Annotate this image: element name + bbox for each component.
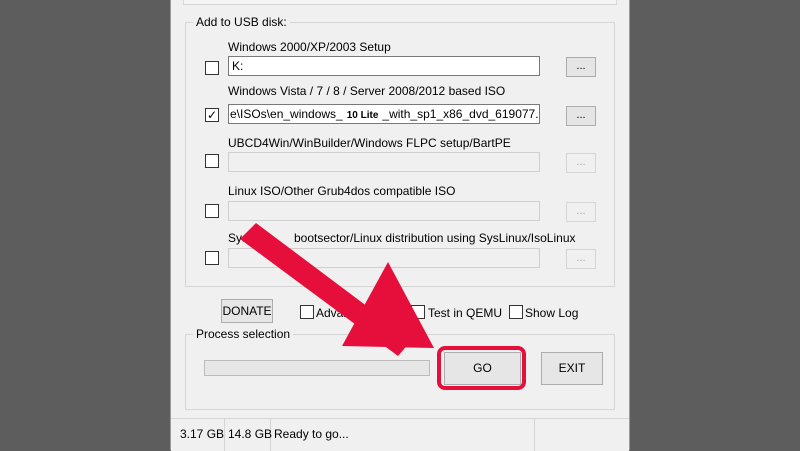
vista-7-8-browse-button[interactable]: ... <box>566 106 596 126</box>
syslinux-label-start: Sys <box>228 231 249 245</box>
syslinux-path-input <box>228 248 540 268</box>
advanced-checkbox[interactable] <box>300 305 314 319</box>
upper-groupbox-edge <box>183 0 617 5</box>
winsetupfromusb-window: Add to USB disk: Windows 2000/XP/2003 Se… <box>170 0 630 451</box>
syslinux-label-end: bootsector/Linux distribution using SysL… <box>294 231 576 245</box>
ubcd4win-label: UBCD4Win/WinBuilder/Windows FLPC setup/B… <box>228 136 511 150</box>
ubcd4win-checkbox[interactable] <box>205 154 219 168</box>
linux-iso-checkbox[interactable] <box>205 204 219 218</box>
status-bar: 3.17 GB 14.8 GB Ready to go... <box>171 418 629 451</box>
donate-button[interactable]: DONATE <box>221 299 273 323</box>
syslinux-browse-button: ... <box>566 249 596 269</box>
status-free-space: 3.17 GB <box>177 419 225 451</box>
iso-path-prefix: e\ISOs\en_windows_ <box>230 107 343 121</box>
status-total-space: 14.8 GB <box>225 419 272 451</box>
win2000-xp-path-input[interactable]: K: <box>228 56 540 76</box>
ubcd4win-path-input <box>228 152 540 172</box>
win2000-xp-checkbox[interactable] <box>205 61 219 75</box>
usb-disk-group-title: Add to USB disk: <box>193 15 290 29</box>
progress-bar <box>204 360 430 376</box>
iso-path-suffix: _with_sp1_x86_dvd_619077.iso <box>382 107 540 121</box>
test-qemu-label: Test in QEMU <box>428 306 503 320</box>
vista-7-8-checkbox[interactable]: ✓ <box>205 108 219 122</box>
advanced-label: Advanced <box>316 306 370 320</box>
linux-iso-path-input <box>228 201 540 221</box>
go-button-highlight <box>437 346 526 390</box>
show-log-label: Show Log <box>525 306 579 320</box>
iso-name-badge: 10 Lite <box>346 110 379 121</box>
exit-button[interactable]: EXIT <box>541 352 603 385</box>
status-extra-cell <box>535 419 629 451</box>
process-selection-title: Process selection <box>193 327 294 341</box>
show-log-checkbox[interactable] <box>509 305 523 319</box>
test-qemu-checkbox[interactable] <box>411 305 425 319</box>
win2000-xp-browse-button[interactable]: ... <box>566 57 596 77</box>
vista-7-8-label: Windows Vista / 7 / 8 / Server 2008/2012… <box>228 84 506 98</box>
linux-iso-label: Linux ISO/Other Grub4dos compatible ISO <box>228 184 456 198</box>
vista-7-8-iso-path-input[interactable]: e\ISOs\en_windows_ 10 Lite _with_sp1_x86_d… <box>228 104 540 124</box>
status-message: Ready to go... <box>271 419 535 451</box>
win2000-xp-label: Windows 2000/XP/2003 Setup <box>228 40 391 54</box>
ubcd4win-browse-button: ... <box>566 153 596 173</box>
syslinux-checkbox[interactable] <box>205 251 219 265</box>
linux-iso-browse-button: ... <box>566 202 596 222</box>
